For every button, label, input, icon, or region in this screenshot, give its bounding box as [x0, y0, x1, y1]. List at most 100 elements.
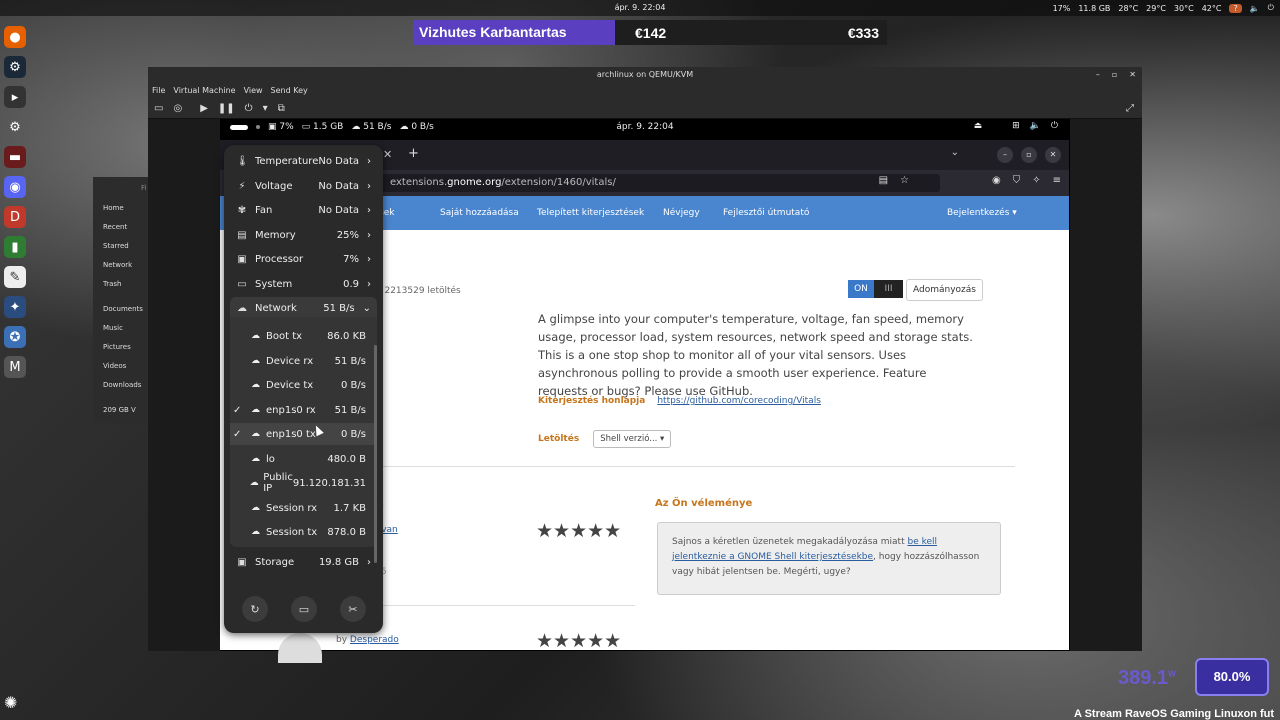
firefox-icon[interactable]: ● — [4, 26, 26, 48]
net-item-device-tx[interactable]: ☁ Device tx 0 B/s — [230, 374, 370, 396]
author-2-link[interactable]: Desperado — [350, 635, 399, 645]
ff-minimize-icon[interactable]: – — [997, 147, 1013, 163]
nav-add-own[interactable]: Saját hozzáadása — [440, 208, 519, 218]
ff-close-icon[interactable]: ✕ — [1045, 147, 1061, 163]
net-item-public-ip[interactable]: ☁ Public IP 91.120.181.31 — [230, 472, 370, 494]
app-misc-icon[interactable]: M — [4, 356, 26, 378]
console-icon[interactable]: ▭ — [154, 103, 163, 114]
ff-maximize-icon[interactable]: ▫ — [1021, 147, 1037, 163]
vitals-row-processor[interactable]: ▣ Processor 7% › — [230, 248, 377, 270]
net-item-boot-tx[interactable]: ☁ Boot tx 86.0 KB — [230, 325, 370, 347]
nav-about[interactable]: Névjegy — [663, 208, 700, 218]
discord-icon[interactable]: ◉ — [4, 176, 26, 198]
net-item-device-rx[interactable]: ☁ Device rx 51 B/s — [230, 350, 370, 372]
files-item-music[interactable]: Music — [93, 319, 153, 338]
reader-mode-icon[interactable]: ▤ — [879, 175, 888, 186]
menu-send-key[interactable]: Send Key — [271, 83, 308, 99]
shell-version-select[interactable]: Shell verzió... ▾ — [593, 430, 672, 448]
files-item-videos[interactable]: Videos — [93, 357, 153, 376]
vitals-row-system[interactable]: ▭ System 0.9 › — [230, 273, 377, 295]
net-item-session-tx[interactable]: ☁ Session tx 878.0 B — [230, 521, 370, 543]
hamburger-menu-icon[interactable]: ≡ — [1053, 175, 1061, 186]
network-submenu: ☁ Boot tx 86.0 KB ☁ Device rx 51 B/s ☁ Device… — [230, 317, 377, 547]
audio-icon[interactable]: 🔈 — [1250, 4, 1260, 13]
eject-icon[interactable]: ⏏ — [974, 121, 983, 131]
guest-power-icon[interactable]: ⏻ — [1051, 121, 1058, 131]
vitals-row-temperature[interactable]: 🌡 Temperature No Data › — [230, 150, 377, 172]
minimize-icon[interactable]: – — [1096, 67, 1100, 83]
menu-view[interactable]: View — [244, 83, 263, 99]
tab-list-icon[interactable]: ⌄ — [951, 147, 959, 158]
app-green-icon[interactable]: ▮ — [4, 236, 26, 258]
snapshots-icon[interactable]: ⧉ — [278, 103, 285, 114]
menu-virtual-machine[interactable]: Virtual Machine — [173, 83, 235, 99]
files-item-pictures[interactable]: Pictures — [93, 338, 153, 357]
close-tab-icon[interactable]: ✕ — [383, 148, 392, 161]
power-icon[interactable]: ⏻ — [1268, 3, 1274, 13]
files-item-network[interactable]: Network — [93, 256, 153, 275]
vitals-row-storage[interactable]: ▣ Storage 19.8 GB › — [230, 551, 377, 573]
maximize-icon[interactable]: ▫ — [1112, 67, 1117, 83]
account-icon[interactable]: ◉ — [992, 175, 1001, 186]
files-item-starred[interactable]: Starred — [93, 237, 153, 256]
net-item-session-rx[interactable]: ☁ Session rx 1.7 KB — [230, 497, 370, 519]
volume-icon[interactable]: 🔈 — [1030, 121, 1041, 131]
homepage-link[interactable]: https://github.com/corecoding/Vitals — [657, 396, 821, 406]
menu-file[interactable]: File — [152, 83, 165, 99]
details-bulb-icon[interactable]: ◎ — [173, 103, 182, 114]
url-bar[interactable]: extensions.gnome.org/extension/1460/vita… — [380, 174, 940, 192]
preferences-icon[interactable]: ✂ — [340, 596, 366, 622]
bookmark-star-icon[interactable]: ☆ — [900, 175, 909, 186]
submenu-scrollbar[interactable] — [374, 345, 377, 563]
extensions-icon[interactable]: ✧ — [1032, 175, 1040, 186]
net-item-enp1s0-rx[interactable]: ✓ ☁ enp1s0 rx 51 B/s — [230, 399, 370, 421]
close-icon[interactable]: ✕ — [1129, 67, 1136, 83]
files-item-recent[interactable]: Recent — [93, 218, 153, 237]
settings-gear-icon[interactable]: ⚙ — [4, 116, 26, 138]
system-monitor-icon[interactable]: ▭ — [291, 596, 317, 622]
extension-toggle[interactable]: ON III — [848, 280, 903, 298]
network-icon[interactable]: ⊞ — [1012, 121, 1020, 131]
nav-login[interactable]: Bejelentkezés ▾ — [947, 208, 1017, 218]
vm-menubar: File Virtual Machine View Send Key — [148, 83, 1142, 99]
vitals-row-memory[interactable]: ▤ Memory 25% › — [230, 224, 377, 246]
new-tab-icon[interactable]: + — [408, 146, 419, 161]
files-item-home[interactable]: Home — [93, 199, 153, 218]
item-value: 86.0 KB — [327, 330, 366, 342]
url-path: /extension/1460/vitals/ — [501, 177, 616, 188]
run-icon[interactable]: ▶ — [200, 103, 208, 114]
puzzle-icon[interactable]: ✦ — [4, 296, 26, 318]
cloud-icon: ☁ — [251, 454, 260, 464]
vitals-row-voltage[interactable]: ⚡ Voltage No Data › — [230, 175, 377, 197]
host-badge[interactable]: ? — [1229, 3, 1242, 13]
nav-installed[interactable]: Telepített kiterjesztések — [537, 208, 644, 218]
divider — [370, 466, 1015, 467]
donate-button[interactable]: Adományozás — [906, 279, 983, 301]
files-item-documents[interactable]: Documents — [93, 300, 153, 319]
net-item-enp1s0-tx[interactable]: ✓ ☁ enp1s0 tx 0 B/s — [230, 423, 377, 445]
pause-icon[interactable]: ❚❚ — [218, 103, 235, 114]
host-mem-stat: 11.8 GB — [1078, 3, 1111, 13]
host-system-stats[interactable]: 17% 11.8 GB 28°C 29°C 30°C 42°C ? 🔈 ⏻ — [1053, 3, 1274, 13]
vm-titlebar[interactable]: archlinux on QEMU/KVM – ▫ ✕ — [148, 67, 1142, 83]
fullscreen-icon[interactable]: ⤢ — [1126, 103, 1134, 114]
dc-icon[interactable]: D — [4, 206, 26, 228]
files-item-trash[interactable]: Trash — [93, 275, 153, 294]
text-editor-icon[interactable]: ✎ — [4, 266, 26, 288]
refresh-icon[interactable]: ↻ — [242, 596, 268, 622]
show-apps-icon[interactable]: ✺ — [4, 693, 26, 715]
shutdown-dropdown-icon[interactable]: ▾ — [263, 103, 268, 114]
steam-icon[interactable]: ⚙ — [4, 56, 26, 78]
net-item-lo[interactable]: ☁ lo 480.0 B — [230, 448, 370, 470]
shutdown-icon[interactable]: ⏻ — [245, 103, 253, 114]
guest-clock[interactable]: ápr. 9. 22:04 — [220, 122, 1070, 132]
vitals-row-fan[interactable]: ✾ Fan No Data › — [230, 199, 377, 221]
terminal-icon[interactable]: ▸ — [4, 86, 26, 108]
files-item-downloads[interactable]: Downloads — [93, 376, 153, 395]
shield-icon[interactable]: ⛉ — [1013, 175, 1021, 186]
files-item-volume[interactable]: 209 GB V — [93, 401, 153, 420]
extension-manager-icon[interactable]: ✪ — [4, 326, 26, 348]
vitals-row-network[interactable]: ☁ Network 51 B/s ⌄ — [230, 297, 377, 319]
nav-dev-guide[interactable]: Fejlesztői útmutató — [723, 208, 809, 218]
game-icon[interactable]: ▬ — [4, 146, 26, 168]
